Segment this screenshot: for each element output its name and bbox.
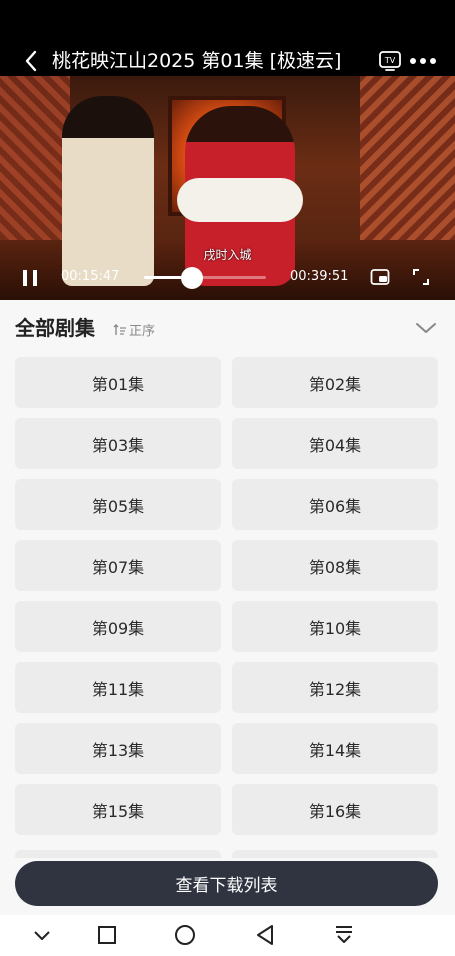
current-time: 00:15:47 <box>61 269 120 284</box>
episode-button[interactable]: 第04集 <box>232 418 438 469</box>
seek-handle[interactable] <box>181 267 204 289</box>
picture-in-picture-button[interactable] <box>370 268 390 286</box>
episode-button[interactable]: 第09集 <box>15 601 221 652</box>
system-nav-bar <box>0 915 455 956</box>
pause-icon <box>23 270 27 286</box>
tv-cast-button[interactable]: TV <box>378 50 402 72</box>
chevron-down-icon <box>34 931 50 940</box>
square-icon <box>98 926 116 944</box>
seek-bar[interactable] <box>144 276 266 279</box>
chevron-down-icon <box>416 323 436 333</box>
video-title: 桃花映江山2025 第01集 [极速云] <box>52 50 342 72</box>
nav-collapse-button[interactable] <box>29 923 55 947</box>
player-top-bar: 桃花映江山2025 第01集 [极速云] TV <box>0 44 455 78</box>
sort-order-toggle[interactable]: 正序 <box>113 320 155 339</box>
more-dot <box>430 58 436 64</box>
circle-icon <box>175 925 195 945</box>
episode-section-title: 全部剧集 <box>15 316 95 340</box>
episode-button[interactable]: 第05集 <box>15 479 221 530</box>
collapse-episodes-button[interactable] <box>414 318 438 338</box>
episode-button-partial[interactable] <box>15 850 221 858</box>
more-dots-icon <box>410 58 416 64</box>
video-player[interactable]: 桃花映江山2025 第01集 [极速云] TV 戌时入城 00:15:47 00… <box>0 0 455 300</box>
episode-button[interactable]: 第16集 <box>232 784 438 835</box>
episode-button[interactable]: 第06集 <box>232 479 438 530</box>
player-controls: 00:15:47 00:39:51 <box>0 262 455 294</box>
video-subtitle: 戌时入城 <box>203 248 252 262</box>
nav-back-button[interactable] <box>252 923 278 947</box>
nav-home-button[interactable] <box>172 923 198 947</box>
fullscreen-icon <box>413 269 429 285</box>
fullscreen-button[interactable] <box>412 268 430 286</box>
sort-order-label: 正序 <box>129 324 156 339</box>
episode-grid-overflow <box>15 850 438 858</box>
episode-button-partial[interactable] <box>232 850 438 858</box>
episode-button[interactable]: 第03集 <box>15 418 221 469</box>
episode-button[interactable]: 第14集 <box>232 723 438 774</box>
nav-recents-button[interactable] <box>94 923 120 947</box>
episode-section: 全部剧集 正序 第01集 第02集 第03集 第04集 第05集 第06集 第0… <box>0 300 455 915</box>
nav-notification-button[interactable] <box>331 923 357 947</box>
pause-icon-bar <box>33 270 37 286</box>
picture-in-picture-icon <box>370 269 390 285</box>
pause-button[interactable] <box>22 270 38 286</box>
scene-screen-left <box>0 76 70 256</box>
more-options-button[interactable] <box>410 50 436 72</box>
episode-grid: 第01集 第02集 第03集 第04集 第05集 第06集 第07集 第08集 … <box>15 357 438 835</box>
more-dot <box>420 58 426 64</box>
episode-button[interactable]: 第10集 <box>232 601 438 652</box>
chevron-left-icon <box>25 50 37 72</box>
episode-button[interactable]: 第01集 <box>15 357 221 408</box>
view-download-list-button[interactable]: 查看下载列表 <box>15 861 438 906</box>
episode-button[interactable]: 第02集 <box>232 357 438 408</box>
total-time: 00:39:51 <box>290 269 349 284</box>
tv-cast-icon: TV <box>379 51 401 71</box>
triangle-back-icon <box>257 925 273 945</box>
back-button[interactable] <box>18 48 44 74</box>
episode-header: 全部剧集 正序 <box>15 314 440 344</box>
episode-button[interactable]: 第08集 <box>232 540 438 591</box>
svg-text:TV: TV <box>384 56 396 65</box>
download-tray-icon <box>336 926 352 943</box>
sort-icon <box>113 323 126 335</box>
episode-button[interactable]: 第13集 <box>15 723 221 774</box>
episode-button[interactable]: 第07集 <box>15 540 221 591</box>
episode-button[interactable]: 第11集 <box>15 662 221 713</box>
episode-button[interactable]: 第15集 <box>15 784 221 835</box>
episode-button[interactable]: 第12集 <box>232 662 438 713</box>
